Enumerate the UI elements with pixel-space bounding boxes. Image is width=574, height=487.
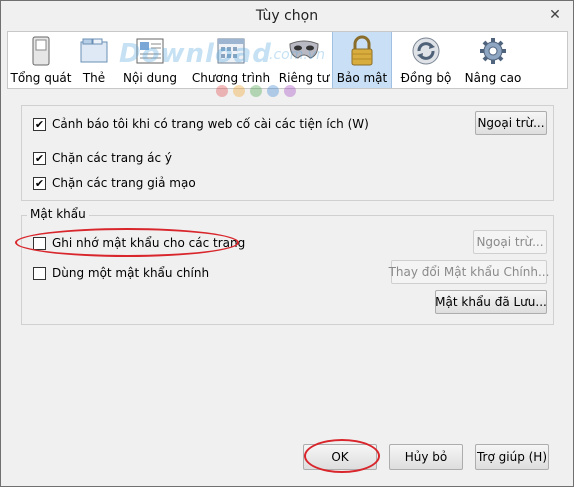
title-bar[interactable]: Tùy chọn ✕ — [1, 1, 573, 31]
tab-general[interactable]: Tổng quát — [8, 32, 74, 88]
preferences-toolbar: Tổng quát Thẻ Nội dung Chương trình Riên… — [7, 31, 568, 89]
cancel-button[interactable]: Hủy bỏ — [389, 444, 463, 470]
tab-tabs[interactable]: Thẻ — [74, 32, 114, 88]
applications-icon — [215, 36, 247, 66]
remember-passwords-option[interactable]: Ghi nhớ mật khẩu cho các trang — [33, 236, 245, 250]
checkbox-unchecked-icon[interactable] — [33, 266, 46, 280]
content-icon — [134, 36, 166, 66]
checkbox-checked-icon[interactable]: ✔ — [33, 117, 46, 131]
checkbox-checked-icon[interactable]: ✔ — [33, 176, 46, 190]
block-forgery-sites-option[interactable]: ✔ Chặn các trang giả mạo — [33, 176, 196, 190]
padlock-icon — [346, 35, 378, 66]
close-button[interactable]: ✕ — [542, 4, 568, 26]
sync-icon — [410, 36, 442, 66]
options-dialog: Tùy chọn ✕ Tổng quát Thẻ Nội dung Chương… — [0, 0, 574, 487]
use-master-password-option[interactable]: Dùng một mật khẩu chính — [33, 266, 209, 280]
close-icon: ✕ — [549, 7, 561, 23]
warn-exceptions-button[interactable]: Ngoại trừ... — [475, 111, 547, 135]
tab-security[interactable]: Bảo mật — [332, 32, 392, 88]
warn-addons-option[interactable]: ✔ Cảnh báo tôi khi có trang web cố cài c… — [33, 117, 369, 131]
change-master-password-button[interactable]: Thay đổi Mật khẩu Chính... — [389, 260, 549, 284]
saved-passwords-button[interactable]: Mật khẩu đã Lưu... — [435, 290, 547, 314]
switch-icon — [25, 36, 57, 66]
checkbox-checked-icon[interactable]: ✔ — [33, 151, 46, 165]
tab-applications[interactable]: Chương trình — [186, 32, 276, 88]
tabs-icon — [78, 36, 110, 66]
gear-icon — [477, 36, 509, 66]
ok-button[interactable]: OK — [303, 444, 377, 470]
mask-icon — [288, 36, 320, 66]
tab-privacy[interactable]: Riêng tư — [276, 32, 332, 88]
checkbox-unchecked-icon[interactable] — [33, 236, 46, 250]
block-attack-sites-option[interactable]: ✔ Chặn các trang ác ý — [33, 151, 172, 165]
tab-advanced[interactable]: Nâng cao — [460, 32, 526, 88]
dialog-title: Tùy chọn — [255, 8, 319, 24]
help-button[interactable]: Trợ giúp (H) — [475, 444, 549, 470]
tab-content[interactable]: Nội dung — [114, 32, 186, 88]
password-exceptions-button[interactable]: Ngoại trừ... — [473, 230, 547, 254]
passwords-group-title: Mật khẩu — [27, 207, 89, 221]
tab-sync[interactable]: Đồng bộ — [392, 32, 460, 88]
